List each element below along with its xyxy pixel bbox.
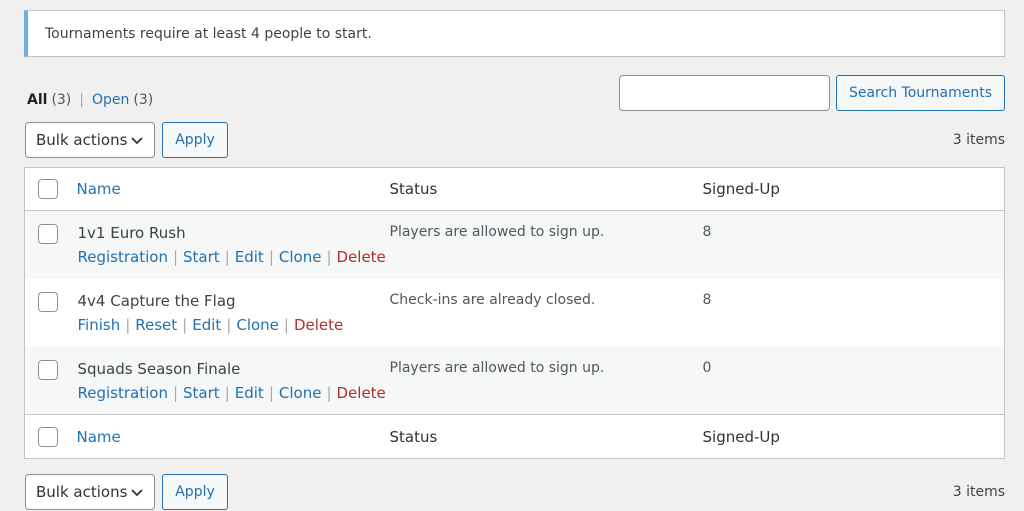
action-registration-link[interactable]: Registration xyxy=(78,384,168,402)
row-checkbox[interactable] xyxy=(38,224,58,244)
action-start-link[interactable]: Start xyxy=(183,248,220,266)
row-actions: Registration | Start | Edit | Clone | Delete xyxy=(78,248,390,266)
action-clone-link[interactable]: Clone xyxy=(236,316,279,334)
action-separator: | xyxy=(283,315,289,334)
tournament-title: Squads Season Finale xyxy=(77,359,241,378)
tournaments-table: Name Status Signed-Up 1v1 Euro Rush Regis… xyxy=(24,167,1005,459)
action-finish-link[interactable]: Finish xyxy=(78,316,121,334)
view-all-count: (3) xyxy=(51,92,72,108)
tournament-title: 4v4 Capture the Flag xyxy=(77,291,236,310)
row-checkbox[interactable] xyxy=(38,291,58,312)
signed-up-cell: 8 xyxy=(702,291,712,308)
signed-up-cell: 0 xyxy=(702,359,712,376)
row-select-cell xyxy=(25,211,77,279)
table-row: 1v1 Euro Rush Registration | Start | Edit | Clo… xyxy=(24,210,1005,279)
row-checkbox[interactable] xyxy=(38,359,58,380)
action-separator: | xyxy=(268,383,274,402)
action-delete-link[interactable]: Delete xyxy=(337,384,386,402)
action-separator: | xyxy=(172,248,179,266)
action-edit-link[interactable]: Edit xyxy=(192,316,221,334)
action-separator: | xyxy=(182,315,188,334)
action-delete-link[interactable]: Delete xyxy=(294,316,343,334)
select-all-cell xyxy=(24,167,77,211)
view-filters: All (3) | Open (3) xyxy=(27,92,153,108)
row-select-cell xyxy=(25,279,77,347)
items-count-bottom: 3 items xyxy=(952,484,1005,500)
info-notice: Tournaments require at least 4 people to… xyxy=(24,10,1005,57)
action-start-link[interactable]: Start xyxy=(183,384,220,402)
action-separator: | xyxy=(172,383,179,402)
action-edit-link[interactable]: Edit xyxy=(235,384,264,402)
column-status-footer: Status xyxy=(389,414,703,459)
column-name-sort-link[interactable]: Name xyxy=(77,180,121,198)
status-cell: Players are allowed to sign up. xyxy=(389,359,605,376)
search-tournaments-button[interactable]: Search Tournaments xyxy=(835,75,1005,111)
tablenav-top: Bulk actions Apply 3 items xyxy=(25,122,1005,158)
chevron-down-icon xyxy=(130,133,144,147)
table-row: Squads Season Finale Registration | Start | E… xyxy=(24,346,1005,415)
table-row: 4v4 Capture the Flag Finish | Reset | Edit | Cl… xyxy=(25,279,1005,347)
action-separator: | xyxy=(125,315,131,334)
select-all-checkbox-footer[interactable] xyxy=(38,426,58,447)
row-select-cell xyxy=(25,347,77,415)
column-signed-up-footer: Signed-Up xyxy=(702,414,1005,459)
action-separator: | xyxy=(226,315,232,334)
tablenav-bottom: Bulk actions Apply 3 items xyxy=(25,474,1005,510)
tournament-title: 1v1 Euro Rush xyxy=(77,224,186,242)
tournament-name-cell: 4v4 Capture the Flag Finish | Reset | Edit | Cl… xyxy=(77,279,390,347)
column-name-footer: Name xyxy=(76,414,390,459)
action-reset-link[interactable]: Reset xyxy=(135,316,177,334)
chevron-down-icon xyxy=(130,485,144,499)
view-open-link[interactable]: Open xyxy=(92,92,129,108)
bulk-actions-label: Bulk actions xyxy=(36,131,128,149)
column-status: Status xyxy=(389,167,703,211)
column-name-footer-sort-link[interactable]: Name xyxy=(77,428,121,446)
select-all-cell-footer xyxy=(24,414,77,459)
action-clone-link[interactable]: Clone xyxy=(279,384,322,402)
tournament-name-cell: Squads Season Finale Registration | Start | E… xyxy=(77,347,390,415)
action-separator: | xyxy=(326,383,332,402)
view-all[interactable]: All xyxy=(27,92,47,108)
view-open-count: (3) xyxy=(133,92,154,108)
notice-text: Tournaments require at least 4 people to… xyxy=(45,25,372,42)
action-separator: | xyxy=(224,383,230,402)
action-delete-link[interactable]: Delete xyxy=(337,248,386,266)
action-separator: | xyxy=(326,248,332,266)
action-registration-link[interactable]: Registration xyxy=(78,248,168,266)
status-cell: Players are allowed to sign up. xyxy=(389,224,605,240)
column-signed-up: Signed-Up xyxy=(702,167,1005,211)
action-clone-link[interactable]: Clone xyxy=(279,248,322,266)
tournament-name-cell: 1v1 Euro Rush Registration | Start | Edit | Clo… xyxy=(77,211,390,279)
bulk-actions-label-bottom: Bulk actions xyxy=(36,483,128,501)
apply-button-bottom[interactable]: Apply xyxy=(162,474,228,510)
apply-button[interactable]: Apply xyxy=(162,122,228,158)
status-cell: Check-ins are already closed. xyxy=(389,291,596,308)
action-separator: | xyxy=(224,248,230,266)
action-edit-link[interactable]: Edit xyxy=(235,248,264,266)
search-box: Search Tournaments xyxy=(618,75,1005,111)
view-separator: | xyxy=(79,92,84,108)
row-actions: Finish | Reset | Edit | Clone | Delete xyxy=(78,316,390,334)
signed-up-cell: 8 xyxy=(702,224,712,240)
select-all-checkbox[interactable] xyxy=(38,179,58,199)
action-separator: | xyxy=(268,248,274,266)
search-input[interactable] xyxy=(618,75,830,111)
row-actions: Registration | Start | Edit | Clone | Delete xyxy=(78,384,390,402)
bulk-actions-select[interactable]: Bulk actions xyxy=(25,122,155,158)
items-count: 3 items xyxy=(952,132,1005,148)
bulk-actions-select-bottom[interactable]: Bulk actions xyxy=(25,474,155,510)
column-name: Name xyxy=(76,167,390,211)
